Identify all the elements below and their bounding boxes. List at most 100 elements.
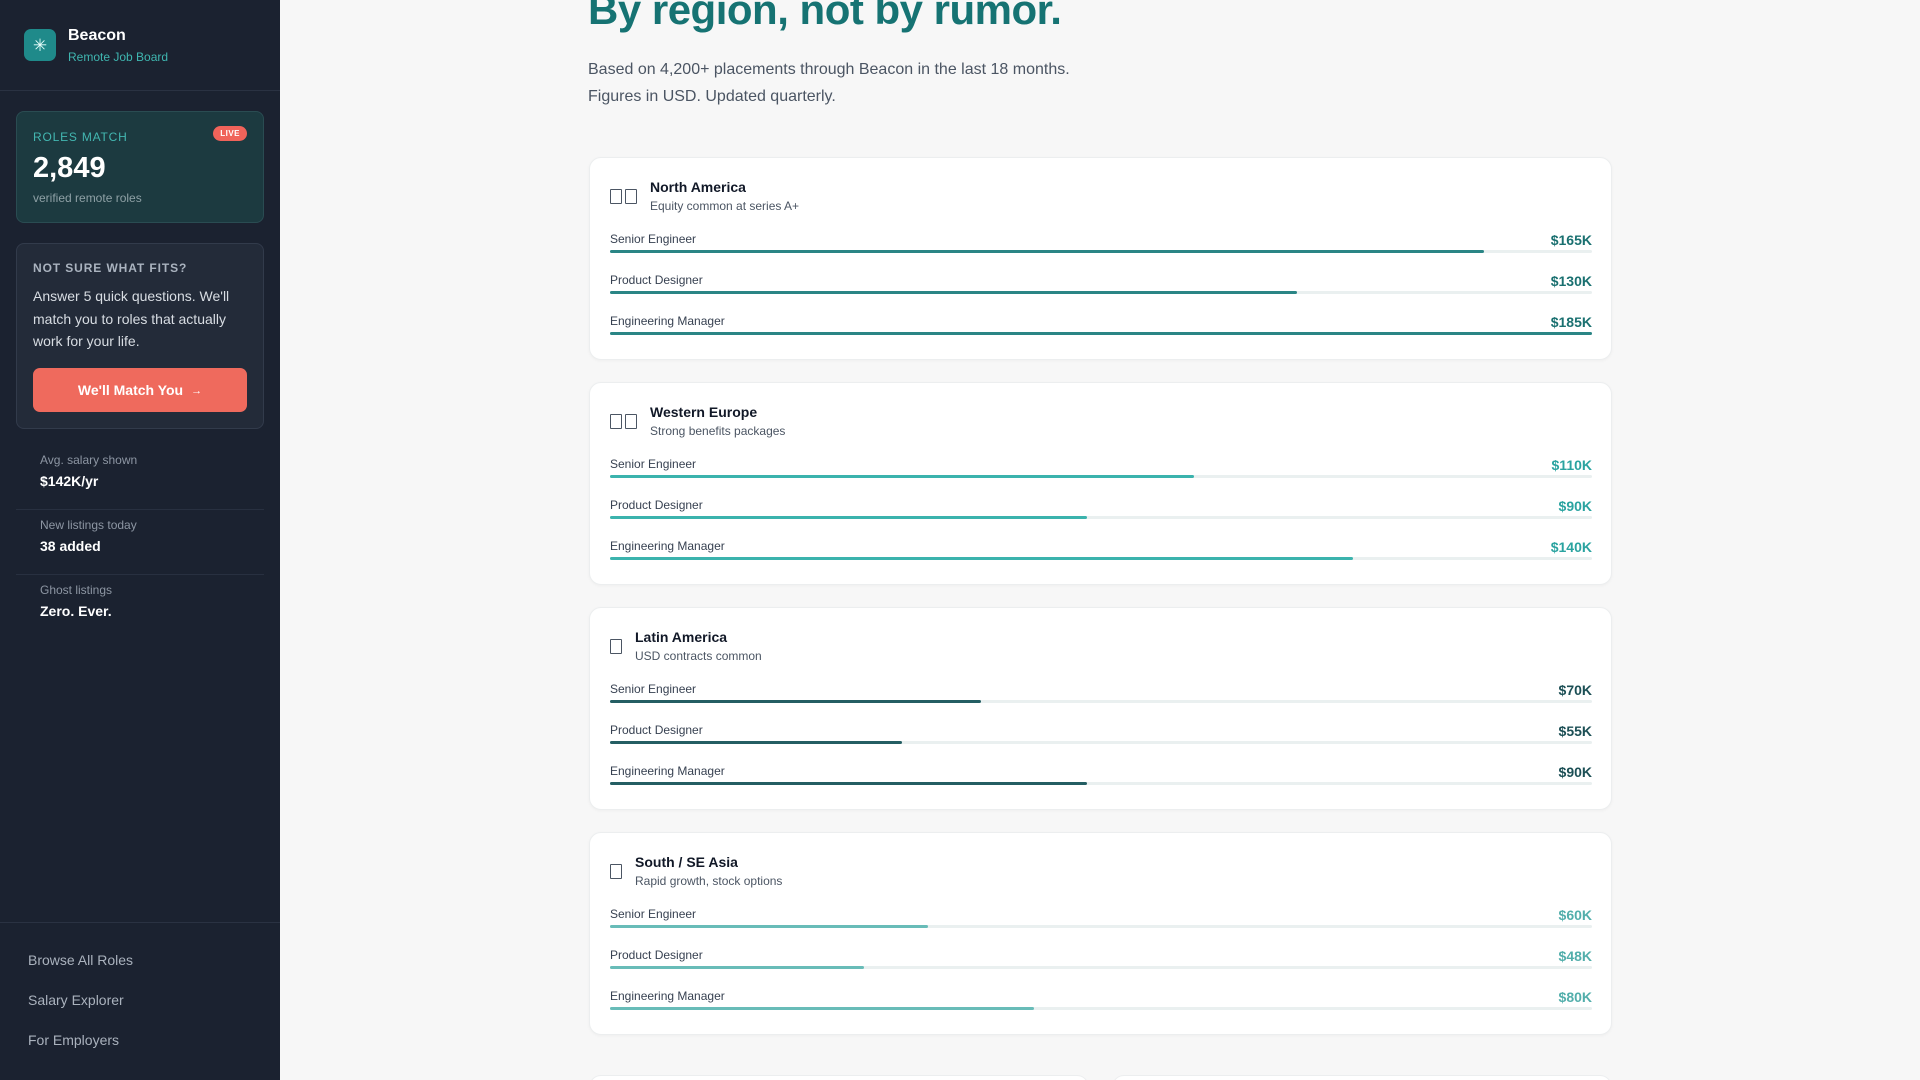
- salary-bar-fill: [610, 1007, 1035, 1010]
- nav-browse-all-roles[interactable]: Browse All Roles: [0, 952, 280, 992]
- role-name: Engineering Manager: [610, 539, 725, 553]
- roles-match-count: 2,849: [33, 152, 106, 184]
- flag-glyph-icon: [610, 864, 622, 879]
- roles-match-card: Roles Match LIVE 2,849 verified remote r…: [16, 111, 264, 223]
- region-card: Western Europe Strong benefits packages Se…: [589, 382, 1612, 585]
- salary-bar-fill: [610, 557, 1354, 560]
- region-title: North America: [650, 179, 746, 195]
- role-name: Engineering Manager: [610, 764, 725, 778]
- region-card: Latin America USD contracts common Senior …: [589, 607, 1612, 810]
- role-name: Product Designer: [610, 723, 703, 737]
- salary-row: Engineering Manager $140K: [610, 539, 1592, 565]
- salary-bar-track: [610, 966, 1592, 969]
- salary-bar-fill: [610, 475, 1195, 478]
- stat-avg-salary: Avg. salary shown $142K/yr: [16, 445, 264, 510]
- role-salary: $60K: [1558, 907, 1592, 923]
- region-flag-icon: [610, 864, 622, 879]
- role-name: Product Designer: [610, 273, 703, 287]
- salary-bar-track: [610, 291, 1592, 294]
- role-salary: $90K: [1558, 764, 1592, 780]
- role-name: Senior Engineer: [610, 457, 697, 471]
- salary-bar-track: [610, 475, 1592, 478]
- region-note: Rapid growth, stock options: [635, 874, 783, 888]
- salary-row: Product Designer $130K: [610, 273, 1592, 299]
- flag-glyph-icon: [610, 189, 622, 204]
- sidebar-nav: Browse All Roles Salary Explorer For Emp…: [0, 922, 280, 1080]
- salary-row: Senior Engineer $70K: [610, 682, 1592, 708]
- role-salary: $130K: [1550, 273, 1592, 289]
- region-note: Strong benefits packages: [650, 424, 786, 438]
- main-content: By region, not by rumor. Based on 4,200+…: [280, 0, 1920, 1080]
- role-name: Product Designer: [610, 948, 703, 962]
- region-flag-icon: [610, 189, 637, 204]
- salary-bar-fill: [610, 966, 865, 969]
- salary-bar-track: [610, 332, 1592, 335]
- salary-bar-fill: [610, 250, 1484, 253]
- salary-bar-fill: [610, 741, 902, 744]
- salary-bar-fill: [610, 782, 1088, 785]
- match-you-button-label: We'll Match You: [77, 382, 184, 398]
- live-badge: LIVE: [213, 126, 247, 141]
- salary-bar-fill: [610, 291, 1298, 294]
- role-salary: $140K: [1550, 539, 1592, 555]
- role-name: Senior Engineer: [610, 682, 697, 696]
- salary-row: Engineering Manager $80K: [610, 989, 1592, 1015]
- region-header: Western Europe Strong benefits packages: [610, 404, 785, 438]
- stat-label: New listings today: [40, 518, 137, 532]
- region-title: South / SE Asia: [635, 854, 738, 870]
- salary-bar-track: [610, 925, 1592, 928]
- quiz-card-text: Answer 5 quick questions. We'll match yo…: [33, 288, 230, 349]
- region-title: Western Europe: [650, 404, 758, 420]
- salary-bar-fill: [610, 700, 982, 703]
- salary-bar-track: [610, 1007, 1592, 1010]
- salary-row: Product Designer $55K: [610, 723, 1592, 749]
- subcopy-line: Figures in USD. Updated quarterly.: [588, 88, 836, 105]
- flag-glyph-icon: [610, 639, 622, 654]
- flag-glyph-icon: [610, 414, 622, 429]
- salary-bar-track: [610, 250, 1592, 253]
- stat-new-listings: New listings today 38 added: [16, 510, 264, 575]
- salary-row: Engineering Manager $90K: [610, 764, 1592, 790]
- stat-label: Avg. salary shown: [40, 453, 138, 467]
- salary-bar-fill: [610, 516, 1088, 519]
- role-salary: $185K: [1550, 314, 1592, 330]
- region-header: Latin America USD contracts common: [610, 629, 762, 663]
- match-you-button[interactable]: We'll Match You →: [33, 368, 247, 412]
- region-flag-icon: [610, 414, 637, 429]
- flag-glyph-icon: [625, 189, 637, 204]
- page-subcopy: Based on 4,200+ placements through Beaco…: [588, 56, 1148, 110]
- role-name: Senior Engineer: [610, 232, 697, 246]
- salary-row: Senior Engineer $60K: [610, 907, 1592, 933]
- role-salary: $165K: [1550, 232, 1592, 248]
- nav-salary-explorer[interactable]: Salary Explorer: [0, 992, 280, 1032]
- salary-row: Senior Engineer $165K: [610, 232, 1592, 258]
- quiz-card-label: Not Sure What Fits?: [33, 261, 188, 275]
- region-card: South / SE Asia Rapid growth, stock optio…: [589, 832, 1612, 1035]
- region-note: USD contracts common: [635, 649, 762, 663]
- stat-label: Ghost listings: [40, 583, 113, 597]
- region-card: North America Equity common at series A+ S…: [589, 157, 1612, 360]
- role-salary: $48K: [1558, 948, 1592, 964]
- subcopy-line: Based on 4,200+ placements through Beaco…: [588, 61, 1070, 78]
- stat-value: Zero. Ever.: [40, 603, 112, 619]
- role-salary: $110K: [1551, 457, 1592, 473]
- salary-bar-track: [610, 741, 1592, 744]
- salary-bar-track: [610, 557, 1592, 560]
- role-name: Engineering Manager: [610, 989, 725, 1003]
- salary-row: Product Designer $48K: [610, 948, 1592, 974]
- sidebar-stats: Avg. salary shown $142K/yr New listings …: [16, 445, 264, 640]
- region-header: North America Equity common at series A+: [610, 179, 799, 213]
- roles-match-caption: verified remote roles: [33, 191, 142, 205]
- brand-name: Beacon: [68, 26, 126, 44]
- page-headline: By region, not by rumor.: [588, 0, 1062, 33]
- salary-row: Engineering Manager $185K: [610, 314, 1592, 340]
- stat-value: $142K/yr: [40, 473, 99, 489]
- brand[interactable]: ✳ Beacon Remote Job Board: [0, 0, 280, 91]
- sidebar: ✳ Beacon Remote Job Board Roles Match LI…: [0, 0, 280, 1080]
- salary-bar-fill: [610, 332, 1592, 335]
- quiz-card: Not Sure What Fits? Answer 5 quick quest…: [16, 243, 264, 429]
- nav-for-employers[interactable]: For Employers: [0, 1032, 280, 1072]
- beacon-logo-icon: ✳: [24, 29, 56, 61]
- brand-subtitle: Remote Job Board: [68, 49, 169, 64]
- region-flag-icon: [610, 639, 622, 654]
